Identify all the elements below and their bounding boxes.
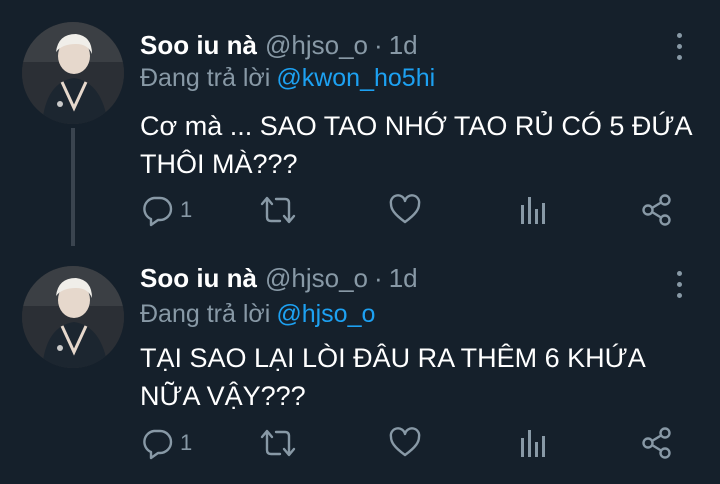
analytics-icon <box>521 430 545 457</box>
thread-line <box>71 128 75 246</box>
tweet-header: Soo iu nà @hjso_o · 1d <box>140 261 418 295</box>
share-button[interactable] <box>640 193 674 227</box>
user-handle[interactable]: @hjso_o <box>265 30 368 61</box>
display-name[interactable]: Soo iu nà <box>140 30 257 61</box>
avatar[interactable] <box>22 266 124 368</box>
analytics-icon <box>521 197 545 224</box>
heart-icon <box>389 427 421 457</box>
replying-to: Đang trả lời @hjso_o <box>140 300 375 329</box>
analytics-button[interactable] <box>518 193 548 227</box>
like-button[interactable] <box>388 193 422 227</box>
tweet-text: Cơ mà ... SAO TAO NHỚ TAO RỦ CÓ 5 ĐỨA TH… <box>140 111 692 179</box>
reply-icon <box>143 196 173 227</box>
share-icon <box>642 427 671 459</box>
reply-icon <box>143 429 173 460</box>
timestamp[interactable]: 1d <box>389 263 418 294</box>
mention-link[interactable]: @hjso_o <box>276 300 375 328</box>
mention-link[interactable]: @kwon_ho5hi <box>276 64 435 92</box>
reply-button[interactable]: 1 <box>140 193 192 227</box>
reply-count: 1 <box>180 430 193 455</box>
tweet-header: Soo iu nà @hjso_o · 1d <box>140 28 418 62</box>
separator-dot: · <box>374 262 383 293</box>
share-icon <box>642 194 671 226</box>
retweet-button[interactable] <box>258 426 298 460</box>
user-handle[interactable]: @hjso_o <box>265 263 368 294</box>
separator-dot: · <box>374 29 383 60</box>
analytics-button[interactable] <box>518 426 548 460</box>
tweet-actions: 1 <box>140 426 680 460</box>
retweet-icon <box>260 196 296 224</box>
tweet-actions: 1 <box>140 193 680 227</box>
more-vertical-icon[interactable] <box>674 271 684 298</box>
replying-to-label: Đang trả lời <box>140 64 271 92</box>
retweet-icon <box>260 429 296 457</box>
display-name[interactable]: Soo iu nà <box>140 263 257 294</box>
avatar[interactable] <box>22 22 124 124</box>
retweet-button[interactable] <box>258 193 298 227</box>
reply-button[interactable]: 1 <box>140 426 192 460</box>
tweet[interactable]: Soo iu nà @hjso_o · 1d Đang trả lời @hjso… <box>0 246 720 484</box>
timestamp[interactable]: 1d <box>389 30 418 61</box>
replying-to-label: Đang trả lời <box>140 300 271 328</box>
tweet-text: TẠI SAO LẠI LÒI ĐÂU RA THÊM 6 KHỨA NỮA V… <box>140 343 645 411</box>
share-button[interactable] <box>640 426 674 460</box>
more-vertical-icon[interactable] <box>674 33 684 60</box>
like-button[interactable] <box>388 426 422 460</box>
replying-to: Đang trả lời @kwon_ho5hi <box>140 64 435 93</box>
tweet[interactable]: Soo iu nà @hjso_o · 1d Đang trả lời @kwon… <box>0 0 720 246</box>
reply-count: 1 <box>180 197 193 222</box>
heart-icon <box>389 194 421 224</box>
